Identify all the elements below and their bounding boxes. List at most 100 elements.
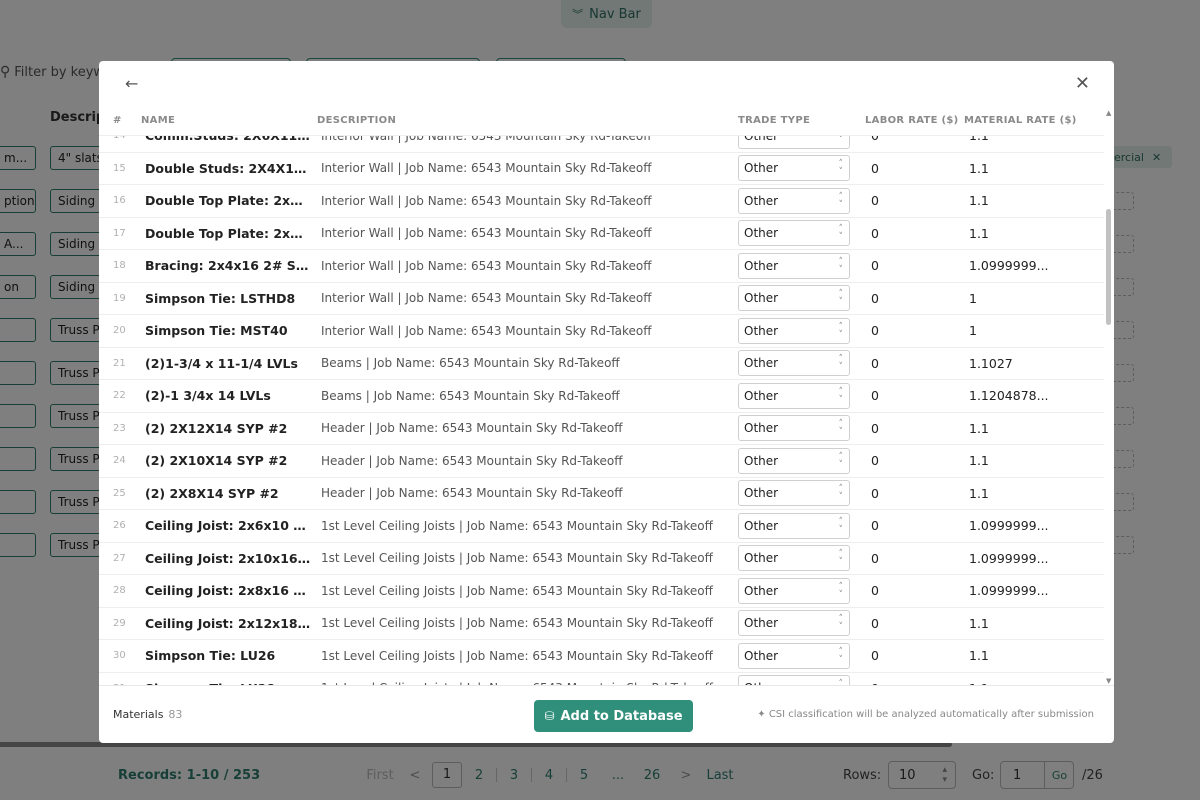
labor-rate[interactable]: 0: [865, 356, 964, 371]
labor-rate[interactable]: 0: [865, 291, 964, 306]
labor-rate[interactable]: 0: [865, 583, 964, 598]
trade-type-select[interactable]: Other˄˅: [738, 447, 850, 474]
add-to-database-button[interactable]: ⛁ Add to Database: [534, 700, 693, 732]
chevron-up-down-icon: ˄˅: [838, 646, 844, 665]
trade-type-select[interactable]: Other˄˅: [738, 415, 850, 442]
labor-rate[interactable]: 0: [865, 136, 964, 143]
table-row[interactable]: 24 (2) 2X10X14 SYP #2 Header | Job Name: 6…: [99, 445, 1104, 478]
table-row[interactable]: 28 Ceiling Joist: 2x8x16 #2 ... 1st Level …: [99, 575, 1104, 608]
labor-rate[interactable]: 0: [865, 323, 964, 338]
row-number: 14: [99, 136, 141, 141]
labor-rate[interactable]: 0: [865, 193, 964, 208]
table-row[interactable]: 21 (2)1-3/4 x 11-1/4 LVLs Beams | Job Name…: [99, 348, 1104, 380]
table-row[interactable]: 19 Simpson Tie: LSTHD8 Interior Wall | Job…: [99, 283, 1104, 315]
table-row[interactable]: 14Comm.Studs: 2X6X116-...Interior Wall |…: [99, 136, 1104, 153]
material-rate[interactable]: 1.1: [964, 161, 1104, 176]
trade-type-cell: Other ˄˅: [738, 512, 865, 539]
labor-rate[interactable]: 0: [865, 648, 964, 663]
trade-type-select[interactable]: Other˄˅: [738, 317, 850, 344]
material-rate[interactable]: 1.1: [964, 486, 1104, 501]
trade-type-select[interactable]: Other˄˅: [738, 480, 850, 507]
add-to-database-label: Add to Database: [560, 708, 683, 724]
material-rate[interactable]: 1.0999999...: [964, 551, 1104, 566]
database-icon: ⛁: [544, 709, 555, 723]
table-row[interactable]: 31Simpson Tie: LU281st Level Ceiling Joi…: [99, 673, 1104, 685]
table-row[interactable]: 29 Ceiling Joist: 2x12x18 #... 1st Level C…: [99, 608, 1104, 640]
trade-type-select[interactable]: Other˄˅: [738, 155, 850, 182]
trade-type-value: Other: [744, 226, 779, 241]
row-number: 30: [113, 650, 126, 662]
table-row[interactable]: 20 Simpson Tie: MST40 Interior Wall | Job …: [99, 315, 1104, 348]
table-row[interactable]: 15 Double Studs: 2X4X116... Interior Wall …: [99, 153, 1104, 185]
labor-rate[interactable]: 0: [865, 616, 964, 631]
trade-type-select[interactable]: Other˄˅: [738, 512, 850, 539]
trade-type-cell: Other ˄˅: [738, 415, 865, 442]
scrollbar-thumb[interactable]: [1106, 209, 1111, 325]
labor-rate[interactable]: 0: [865, 421, 964, 436]
trade-type-select[interactable]: Other˄˅: [738, 252, 850, 279]
trade-type-select[interactable]: Other˄˅: [738, 642, 850, 669]
table-row[interactable]: 26 Ceiling Joist: 2x6x10 #2 ... 1st Level …: [99, 510, 1104, 543]
table-row[interactable]: 23 (2) 2X12X14 SYP #2 Header | Job Name: 6…: [99, 413, 1104, 445]
chevron-up-down-icon: ˄˅: [838, 484, 844, 503]
trade-type-cell: Other ˄˅: [738, 480, 865, 507]
trade-type-select[interactable]: Other˄˅: [738, 285, 850, 312]
table-row[interactable]: 30 Simpson Tie: LU26 1st Level Ceiling Joi…: [99, 640, 1104, 673]
trade-type-cell: Other ˄˅: [738, 545, 865, 572]
trade-type-select[interactable]: Other˄˅: [738, 187, 850, 214]
table-row[interactable]: 27 Ceiling Joist: 2x10x16 #... 1st Level C…: [99, 543, 1104, 575]
vertical-scrollbar[interactable]: ▲ ▼: [1106, 109, 1112, 685]
table-row[interactable]: 22 (2)-1 3/4x 14 LVLs Beams | Job Name: 65…: [99, 380, 1104, 413]
material-rate[interactable]: 1.1: [964, 226, 1104, 241]
row-number: 27: [113, 552, 126, 564]
material-rate[interactable]: 1.0999999...: [964, 583, 1104, 598]
trade-type-select[interactable]: Other˄˅: [738, 545, 850, 572]
material-description: Interior Wall | Job Name: 6543 Mountain …: [321, 291, 652, 306]
material-rate[interactable]: 1.1: [964, 136, 1104, 143]
material-rate[interactable]: 1.1: [964, 421, 1104, 436]
labor-rate[interactable]: 0: [865, 161, 964, 176]
labor-rate[interactable]: 0: [865, 388, 964, 403]
labor-rate[interactable]: 0: [865, 518, 964, 533]
table-row[interactable]: 16 Double Top Plate: 2x4x... Interior Wall…: [99, 185, 1104, 218]
table-row[interactable]: 18 Bracing: 2x4x16 2# SYP Interior Wall | …: [99, 250, 1104, 283]
csi-note: ✦ CSI classification will be analyzed au…: [757, 709, 1094, 720]
table-row[interactable]: 17 Double Top Plate: 2x6x... Interior Wall…: [99, 218, 1104, 250]
material-description: Beams | Job Name: 6543 Mountain Sky Rd-T…: [321, 388, 620, 403]
material-rate[interactable]: 1.1: [964, 453, 1104, 468]
close-icon[interactable]: ✕: [1075, 73, 1090, 94]
materials-label: Materials: [113, 708, 164, 721]
material-rate[interactable]: 1: [964, 323, 1104, 338]
labor-rate[interactable]: 0: [865, 226, 964, 241]
material-rate[interactable]: 1.1204878...: [964, 388, 1104, 403]
row-number: 18: [113, 260, 126, 272]
arrow-left-icon[interactable]: ←: [125, 74, 138, 93]
material-rate[interactable]: 1.1: [964, 616, 1104, 631]
trade-type-value: Other: [744, 388, 779, 403]
material-rate[interactable]: 1: [964, 291, 1104, 306]
table-row[interactable]: 25 (2) 2X8X14 SYP #2 Header | Job Name: 65…: [99, 478, 1104, 510]
material-name: Simpson Tie: LU26: [145, 648, 276, 664]
table-body[interactable]: 14Comm.Studs: 2X6X116-...Interior Wall |…: [99, 136, 1104, 685]
material-rate[interactable]: 1.1: [964, 193, 1104, 208]
trade-type-select[interactable]: Other˄˅: [738, 382, 850, 409]
scroll-down-icon[interactable]: ▼: [1106, 677, 1111, 685]
trade-type-select[interactable]: Other˄˅: [738, 350, 850, 377]
scroll-up-icon[interactable]: ▲: [1106, 109, 1111, 117]
trade-type-select[interactable]: Other˄˅: [738, 136, 850, 149]
row-number: 26: [113, 520, 126, 532]
trade-type-select[interactable]: Other˄˅: [738, 220, 850, 247]
trade-type-select[interactable]: Other˄˅: [738, 577, 850, 604]
trade-type-select[interactable]: Other˄˅: [738, 610, 850, 637]
material-rate[interactable]: 1.1027: [964, 356, 1104, 371]
material-rate[interactable]: 1.0999999...: [964, 258, 1104, 273]
trade-type-select[interactable]: Other˄˅: [738, 675, 850, 685]
labor-rate[interactable]: 0: [865, 551, 964, 566]
labor-rate[interactable]: 0: [865, 486, 964, 501]
labor-rate[interactable]: 0: [865, 453, 964, 468]
labor-rate[interactable]: 0: [865, 258, 964, 273]
material-description: Header | Job Name: 6543 Mountain Sky Rd-…: [321, 421, 623, 436]
column-header-name: NAME: [141, 114, 176, 126]
material-rate[interactable]: 1.1: [964, 648, 1104, 663]
material-rate[interactable]: 1.0999999...: [964, 518, 1104, 533]
